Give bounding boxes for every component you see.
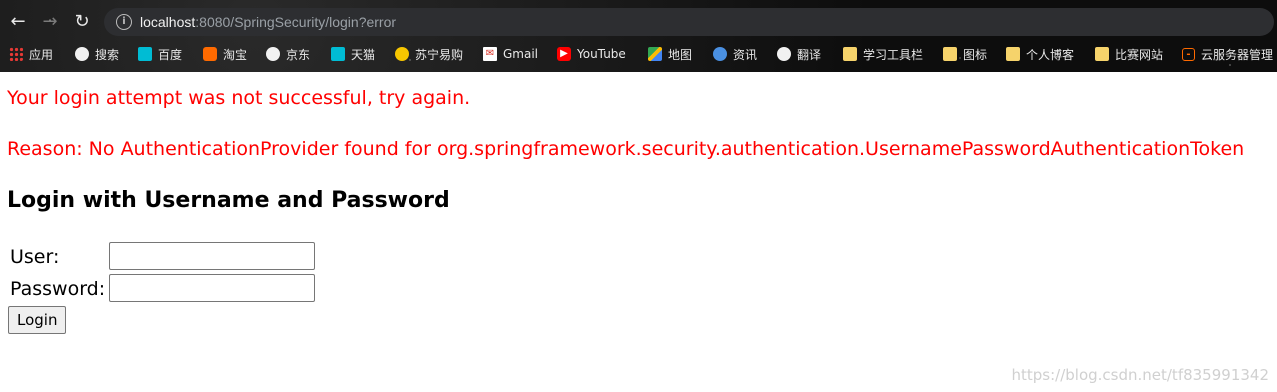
bookmark-gmail[interactable]: ✉ Gmail [483, 44, 538, 64]
suning-icon [395, 47, 409, 61]
back-arrow-icon[interactable]: ← [6, 10, 30, 34]
watermark-text: https://blog.csdn.net/tf835991342 [1011, 366, 1269, 384]
bookmarks-bar: 应用 搜索 百度 淘宝 京东 天猫 苏宁易购 ✉ Gmail ▶ YouTube… [0, 42, 1277, 66]
search-engine-icon [75, 47, 89, 61]
user-label: User: [10, 246, 60, 268]
bookmark-jd[interactable]: 京东 [266, 44, 310, 64]
youtube-icon: ▶ [557, 47, 571, 61]
bookmark-label: 苏宁易购 [415, 47, 464, 62]
url-host: localhost [140, 14, 196, 30]
bookmark-news[interactable]: 资讯 [713, 44, 757, 64]
address-bar[interactable]: i localhost:8080/SpringSecurity/login?er… [104, 8, 1274, 36]
error-message: Your login attempt was not successful, t… [7, 87, 471, 109]
bookmark-translate[interactable]: 翻译 [777, 44, 821, 64]
bookmark-label: 个人博客 [1026, 47, 1075, 62]
browser-chrome: ← → ↻ i localhost:8080/SpringSecurity/lo… [0, 0, 1277, 72]
bookmark-apps[interactable]: 应用 [9, 44, 53, 64]
folder-icon [943, 47, 957, 61]
bookmark-cloud-server[interactable]: - 云服务器管理 [1182, 44, 1273, 64]
bookmark-taobao[interactable]: 淘宝 [203, 44, 247, 64]
bookmark-maps[interactable]: 地图 [648, 44, 692, 64]
bookmark-label: Gmail [503, 47, 539, 61]
jd-icon [266, 47, 280, 61]
username-input[interactable] [109, 242, 315, 270]
bookmark-suning[interactable]: 苏宁易购 [395, 44, 463, 64]
bookmark-search[interactable]: 搜索 [75, 44, 119, 64]
bookmark-label: 比赛网站 [1115, 47, 1164, 62]
folder-icon [1006, 47, 1020, 61]
bookmark-folder-study[interactable]: 学习工具栏 [843, 44, 923, 64]
bookmark-label: 京东 [286, 47, 311, 62]
bookmark-label: 搜索 [95, 47, 120, 62]
bookmark-folder-icons[interactable]: 图标 [943, 44, 987, 64]
maps-icon [648, 47, 662, 61]
info-icon[interactable]: i [116, 14, 132, 30]
folder-icon [843, 47, 857, 61]
folder-icon [1095, 47, 1109, 61]
taobao-icon [203, 47, 217, 61]
bookmark-label: 应用 [29, 47, 54, 62]
bookmark-label: 图标 [963, 47, 988, 62]
cloud-server-icon: - [1182, 47, 1195, 61]
gmail-icon: ✉ [483, 47, 497, 61]
error-reason: Reason: No AuthenticationProvider found … [7, 138, 1245, 160]
baidu-icon [138, 47, 152, 61]
bookmark-tmall[interactable]: 天猫 [331, 44, 375, 64]
url-path: :8080/SpringSecurity/login?error [195, 14, 397, 30]
login-button[interactable]: Login [8, 306, 67, 334]
bookmark-youtube[interactable]: ▶ YouTube [557, 44, 626, 64]
bookmark-label: 淘宝 [223, 47, 248, 62]
bookmark-label: 地图 [668, 47, 693, 62]
bookmark-label: YouTube [577, 47, 626, 61]
password-label: Password: [10, 278, 106, 300]
url-text[interactable]: localhost:8080/SpringSecurity/login?erro… [140, 13, 396, 31]
bookmark-baidu[interactable]: 百度 [138, 44, 182, 64]
page-heading: Login with Username and Password [7, 188, 450, 213]
forward-arrow-icon[interactable]: → [38, 10, 62, 34]
password-input[interactable] [109, 274, 315, 302]
apps-icon [9, 47, 23, 61]
bookmark-label: 学习工具栏 [863, 47, 924, 62]
bookmark-folder-contests[interactable]: 比赛网站 [1095, 44, 1163, 64]
bookmark-label: 资讯 [733, 47, 758, 62]
bookmark-label: 天猫 [351, 47, 376, 62]
bookmark-label: 百度 [158, 47, 183, 62]
news-icon [713, 47, 727, 61]
translate-icon [777, 47, 791, 61]
bookmark-folder-blog[interactable]: 个人博客 [1006, 44, 1074, 64]
reload-icon[interactable]: ↻ [70, 10, 94, 34]
navigation-bar: ← → ↻ i localhost:8080/SpringSecurity/lo… [0, 6, 1277, 38]
bookmark-label: 翻译 [797, 47, 822, 62]
tmall-icon [331, 47, 345, 61]
bookmark-label: 云服务器管理 [1201, 47, 1274, 62]
